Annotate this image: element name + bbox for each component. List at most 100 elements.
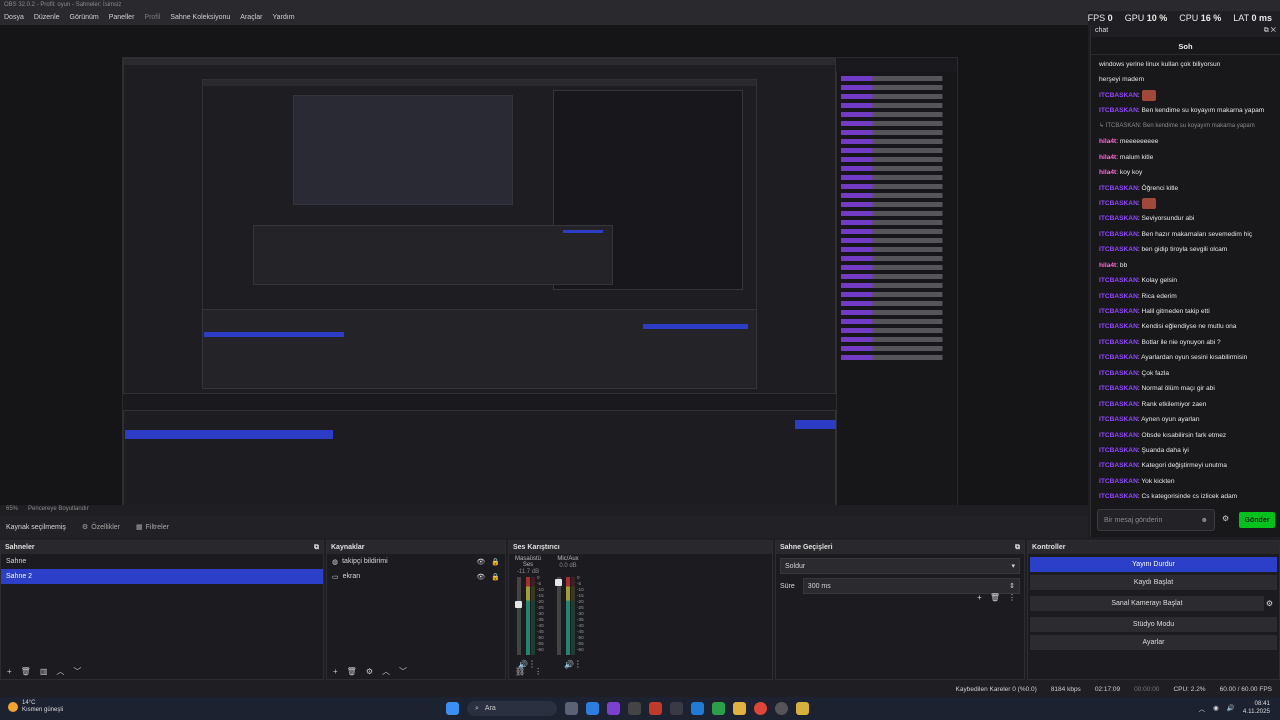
obs-icon[interactable] bbox=[775, 702, 788, 715]
eye-icon[interactable]: 👁 bbox=[476, 573, 485, 581]
chat-username[interactable]: ITCBASKAN bbox=[1099, 478, 1138, 485]
desktop-volume-fader[interactable] bbox=[517, 577, 521, 655]
gear-icon[interactable]: ⚙ bbox=[1222, 514, 1229, 523]
preview-area[interactable] bbox=[0, 25, 1088, 525]
chat-username[interactable]: ITCBASKAN bbox=[1099, 277, 1138, 284]
weather-widget[interactable]: 14°C Kısmen güneşli bbox=[8, 700, 63, 714]
app-icon[interactable] bbox=[670, 702, 683, 715]
properties-button[interactable]: ⚙ Özellikler bbox=[82, 523, 120, 532]
menu-edit[interactable]: Düzenle bbox=[34, 14, 60, 22]
folder-icon[interactable] bbox=[733, 702, 746, 715]
app-icon[interactable] bbox=[649, 702, 662, 715]
filters-button[interactable]: ▦ Filtreler bbox=[136, 523, 169, 532]
start-icon[interactable] bbox=[446, 702, 459, 715]
close-icon[interactable]: ✕ bbox=[1271, 27, 1276, 34]
chat-username[interactable]: hila4t bbox=[1099, 138, 1116, 145]
stop-stream-button[interactable]: Yayını Durdur bbox=[1030, 557, 1277, 572]
menu-file[interactable]: Dosya bbox=[4, 14, 24, 22]
app-icon[interactable] bbox=[796, 702, 809, 715]
scene-item-selected[interactable]: Sahne 2 bbox=[1, 569, 323, 584]
menu-view[interactable]: Görünüm bbox=[70, 14, 99, 22]
chat-username[interactable]: ITCBASKAN bbox=[1099, 323, 1138, 330]
chat-username[interactable]: ITCBASKAN bbox=[1099, 308, 1138, 315]
gear-icon[interactable]: ⚙ bbox=[1266, 599, 1273, 608]
chrome-icon[interactable] bbox=[754, 702, 767, 715]
transition-select[interactable]: Soldur ▾ bbox=[780, 558, 1020, 574]
chat-username[interactable]: hila4t bbox=[1099, 169, 1116, 176]
lock-icon[interactable]: 🔒 bbox=[491, 573, 500, 581]
trash-icon[interactable]: 🗑 bbox=[347, 667, 357, 676]
menu-tools[interactable]: Araçlar bbox=[240, 14, 262, 22]
chat-username[interactable]: ITCBASKAN bbox=[1099, 354, 1138, 361]
chat-username[interactable]: ITCBASKAN bbox=[1099, 416, 1138, 423]
source-item[interactable]: ◍ takipçi bildirimi 👁 🔒 bbox=[327, 554, 505, 569]
add-icon[interactable]: + bbox=[333, 667, 338, 676]
chat-username[interactable]: ITCBASKAN bbox=[1099, 107, 1138, 114]
menu-help[interactable]: Yardım bbox=[272, 14, 294, 22]
trash-icon[interactable]: 🗑 bbox=[990, 593, 1000, 602]
chat-input[interactable]: Bir mesaj gönderin ☻ bbox=[1097, 509, 1215, 531]
add-icon[interactable]: + bbox=[7, 667, 12, 676]
volume-icon[interactable]: 🔊 bbox=[1227, 704, 1235, 712]
chat-username[interactable]: ITCBASKAN bbox=[1099, 370, 1138, 377]
lock-icon[interactable]: 🔒 bbox=[491, 558, 500, 566]
chat-username[interactable]: ITCBASKAN bbox=[1099, 401, 1138, 408]
preview-canvas[interactable] bbox=[122, 57, 958, 525]
app-icon[interactable] bbox=[607, 702, 620, 715]
eye-icon[interactable]: 👁 bbox=[476, 558, 485, 566]
menu-dots-icon[interactable]: ⋮ bbox=[534, 667, 542, 676]
chat-username[interactable]: ITCBASKAN bbox=[1099, 215, 1138, 222]
menu-dots-icon[interactable]: ⋮ bbox=[1008, 593, 1016, 602]
chat-username[interactable]: ITCBASKAN bbox=[1099, 200, 1138, 207]
chat-username[interactable]: ITCBASKAN bbox=[1099, 493, 1138, 500]
start-recording-button[interactable]: Kaydı Başlat bbox=[1030, 575, 1277, 590]
chevron-up-icon[interactable]: ︿ bbox=[382, 666, 390, 677]
steam-icon[interactable] bbox=[691, 702, 704, 715]
start-virtual-camera-button[interactable]: Sanal Kamerayı Başlat bbox=[1030, 596, 1264, 611]
menu-docks[interactable]: Paneller bbox=[109, 14, 135, 22]
dock-menu-icon[interactable]: ⧉ bbox=[314, 544, 319, 552]
emoji-icon[interactable]: ☻ bbox=[1201, 517, 1208, 524]
gear-icon[interactable]: ⚙ bbox=[366, 667, 373, 676]
clock[interactable]: 08:41 4.11.2025 bbox=[1243, 700, 1270, 716]
chat-username[interactable]: ITCBASKAN bbox=[1099, 293, 1138, 300]
chevron-down-icon[interactable]: ﹀ bbox=[73, 666, 81, 677]
network-icon[interactable]: ◉ bbox=[1213, 704, 1219, 712]
link-icon[interactable]: ⛓ bbox=[515, 667, 525, 676]
chat-username[interactable]: ITCBASKAN bbox=[1099, 92, 1138, 99]
fit-to-window[interactable]: Pencereye Boyutlandır bbox=[28, 506, 89, 515]
filter-icon[interactable]: ▥ bbox=[40, 667, 48, 676]
chat-username[interactable]: hila4t bbox=[1099, 154, 1116, 161]
app-icon[interactable] bbox=[628, 702, 641, 715]
widgets-icon[interactable] bbox=[586, 702, 599, 715]
add-icon[interactable]: + bbox=[977, 593, 982, 602]
chat-username[interactable]: hila4t bbox=[1099, 262, 1116, 269]
task-view-icon[interactable] bbox=[565, 702, 578, 715]
chevron-up-icon[interactable]: ︿ bbox=[56, 666, 64, 677]
fader-handle[interactable] bbox=[515, 601, 522, 608]
menu-scene-collection[interactable]: Sahne Koleksiyonu bbox=[170, 14, 230, 22]
taskbar-search[interactable]: ⌕ Ara bbox=[467, 701, 557, 716]
send-button[interactable]: Gönder bbox=[1239, 512, 1275, 528]
dock-menu-icon[interactable]: ⧉ bbox=[1015, 544, 1020, 552]
chat-username[interactable]: ITCBASKAN bbox=[1099, 231, 1138, 238]
chat-username[interactable]: ITCBASKAN bbox=[1099, 385, 1138, 392]
chat-username[interactable]: ITCBASKAN bbox=[1099, 185, 1138, 192]
chevron-up-icon[interactable]: ︿ bbox=[1199, 703, 1206, 713]
chat-username[interactable]: ITCBASKAN bbox=[1099, 447, 1138, 454]
duration-input[interactable]: 300 ms ⇕ bbox=[802, 578, 1020, 594]
chat-username[interactable]: ITCBASKAN bbox=[1099, 246, 1138, 253]
float-icon[interactable]: ⧉ bbox=[1264, 27, 1269, 34]
chat-username[interactable]: ITCBASKAN bbox=[1099, 339, 1138, 346]
studio-mode-button[interactable]: Stüdyo Modu bbox=[1030, 617, 1277, 632]
source-item[interactable]: ▭ ekran 👁 🔒 bbox=[327, 569, 505, 584]
menu-profile[interactable]: Profil bbox=[144, 14, 160, 22]
chat-username[interactable]: ITCBASKAN bbox=[1099, 462, 1138, 469]
scene-item[interactable]: Sahne bbox=[1, 554, 323, 569]
zoom-level[interactable]: 65% bbox=[6, 506, 18, 515]
settings-button[interactable]: Ayarlar bbox=[1030, 635, 1277, 650]
mic-volume-fader[interactable] bbox=[557, 577, 561, 655]
trash-icon[interactable]: 🗑 bbox=[21, 667, 31, 676]
app-icon[interactable] bbox=[712, 702, 725, 715]
chat-username[interactable]: ITCBASKAN bbox=[1099, 432, 1138, 439]
